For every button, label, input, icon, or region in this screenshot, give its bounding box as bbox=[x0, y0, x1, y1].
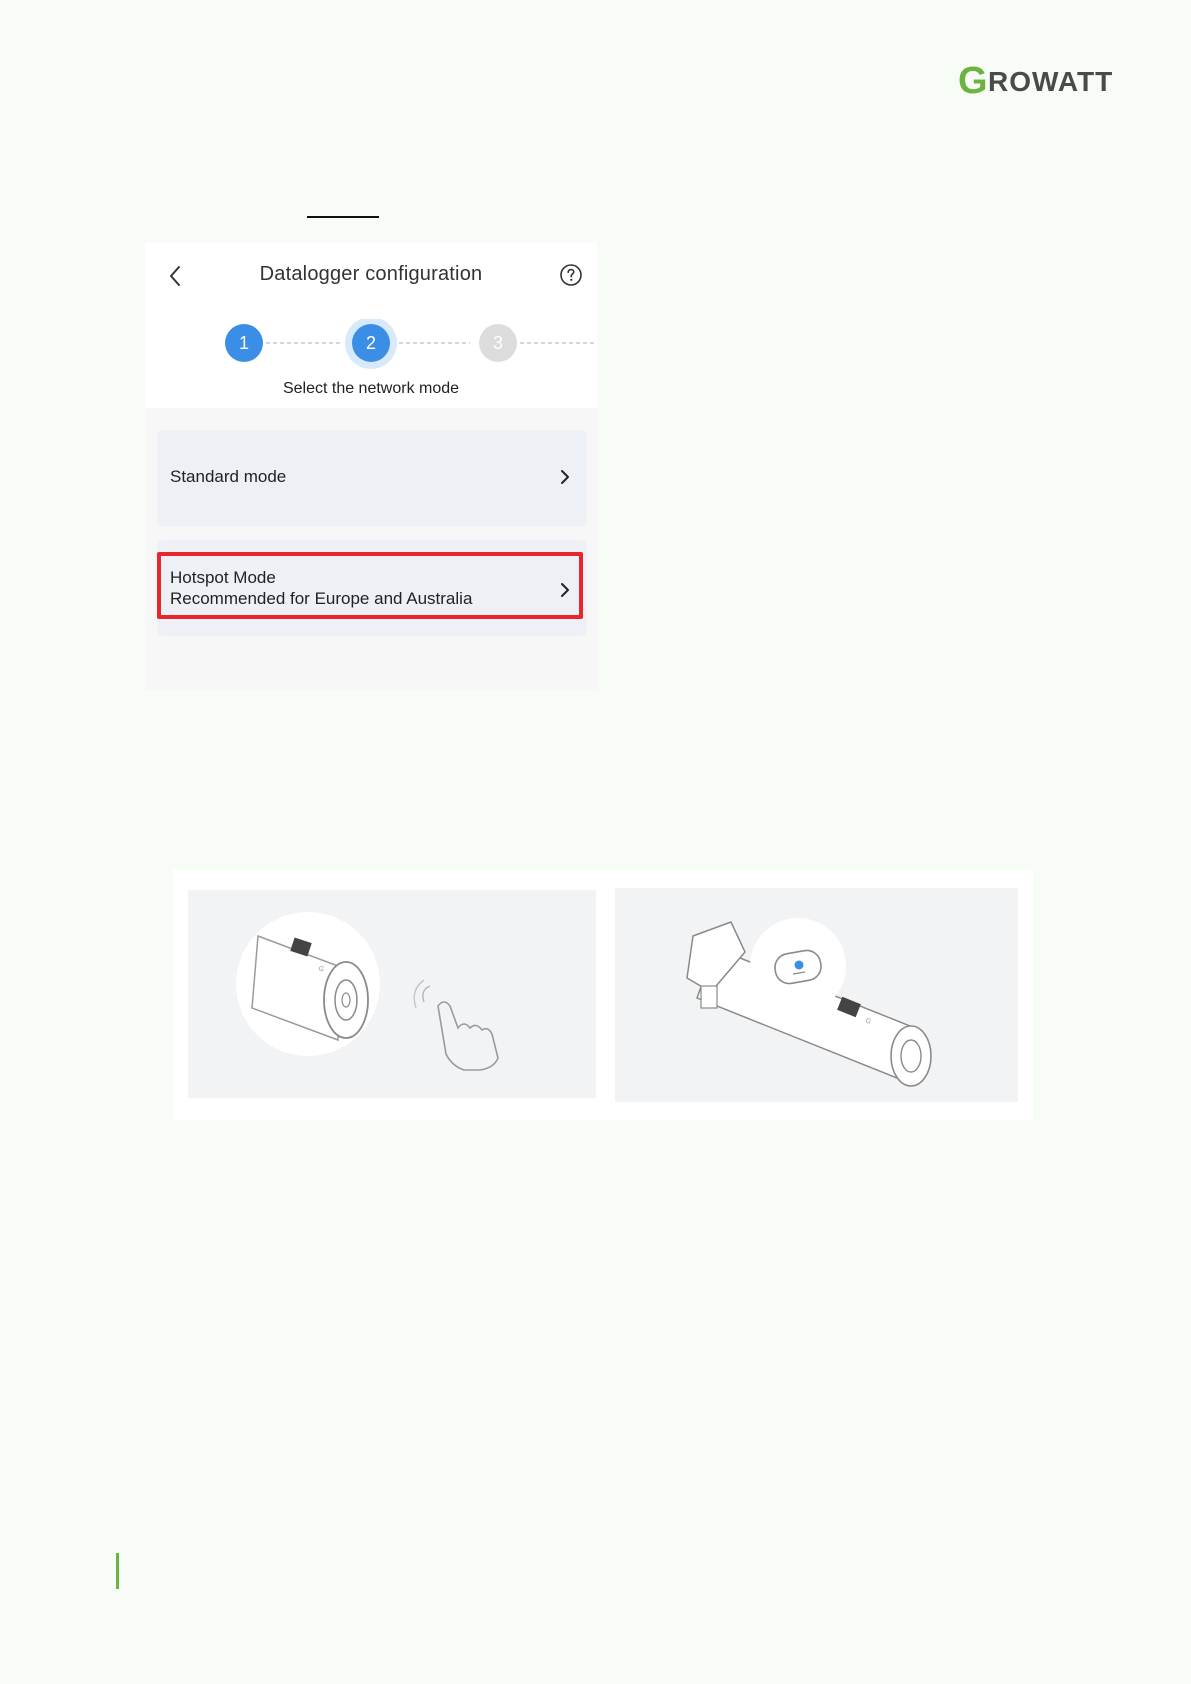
datalogger-press-illustration: G bbox=[236, 912, 499, 1071]
step-3-number: 3 bbox=[492, 333, 503, 353]
footer-accent-bar bbox=[116, 1553, 119, 1589]
step-2-number: 2 bbox=[365, 333, 376, 353]
underline-mark bbox=[307, 216, 379, 218]
svg-text:ROWATT: ROWATT bbox=[988, 66, 1113, 97]
page-title: Datalogger configuration bbox=[259, 263, 483, 285]
help-icon[interactable] bbox=[559, 263, 583, 287]
illustration-frame: G G bbox=[173, 870, 1033, 1120]
growatt-logo: G ROWATT bbox=[958, 60, 1113, 100]
step-label: Select the network mode bbox=[282, 380, 460, 397]
chevron-right-icon bbox=[561, 470, 569, 484]
step-1-number: 1 bbox=[238, 333, 249, 353]
standard-mode-label: Standard mode bbox=[170, 467, 287, 486]
standard-mode-option[interactable]: Standard mode bbox=[157, 430, 587, 526]
hotspot-mode-option[interactable]: Hotspot Mode Recommended for Europe and … bbox=[157, 540, 587, 636]
datalogger-led-illustration: G bbox=[686, 918, 932, 1087]
datalogger-button-illustration: G bbox=[188, 890, 596, 1098]
hotspot-mode-label: Hotspot Mode bbox=[170, 568, 276, 587]
datalogger-indicator-illustration: G bbox=[615, 888, 1018, 1102]
app-screenshot: Datalogger configuration 1 2 3 Select th… bbox=[145, 243, 597, 690]
svg-text:G: G bbox=[958, 60, 988, 100]
hotspot-mode-subtitle: Recommended for Europe and Australia bbox=[170, 589, 473, 608]
chevron-right-icon bbox=[561, 583, 569, 597]
